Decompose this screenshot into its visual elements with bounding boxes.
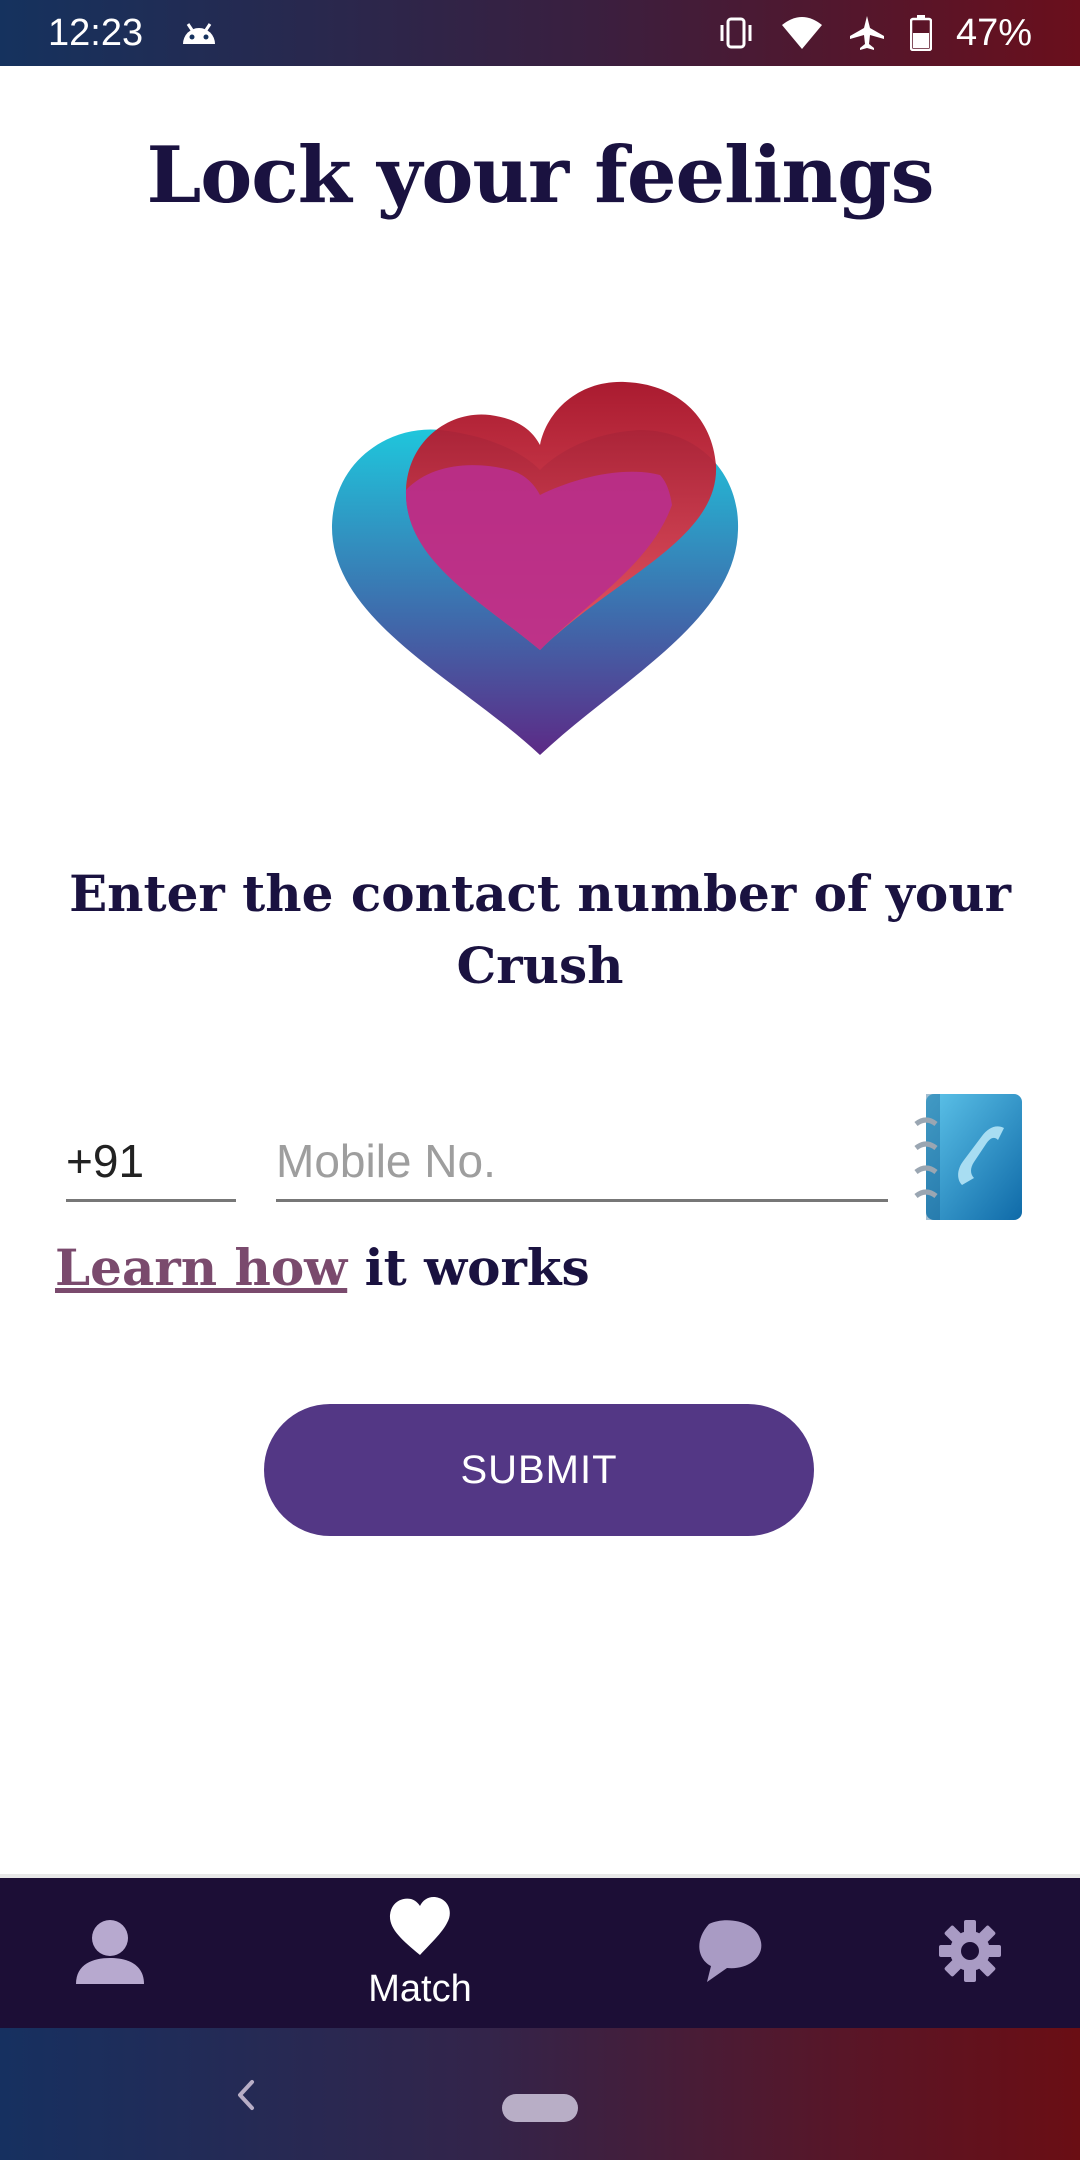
nav-match-label: Match: [368, 1968, 472, 2010]
learn-how-link[interactable]: Learn how: [55, 1238, 347, 1297]
profile-icon: [73, 1916, 147, 1991]
back-icon[interactable]: [222, 2070, 272, 2120]
nav-chat[interactable]: [630, 1878, 830, 2028]
chat-icon: [695, 1918, 765, 1989]
learn-how-row: Learn how it works: [55, 1238, 590, 1297]
bottom-navigation: Match: [0, 1874, 1080, 2028]
page-title: Lock your feelings: [146, 130, 934, 221]
wifi-icon: [780, 15, 824, 51]
heart-icon: [387, 1895, 453, 1962]
mobile-number-input[interactable]: [276, 1122, 888, 1199]
settings-icon: [937, 1918, 1003, 1989]
battery-percent: 47%: [955, 11, 1032, 54]
battery-icon: [909, 15, 932, 51]
nav-match[interactable]: Match: [320, 1878, 520, 2028]
hearts-logo: [331, 381, 739, 755]
country-code-value: +91: [66, 1134, 145, 1187]
nav-settings[interactable]: [870, 1878, 1070, 2028]
status-time: 12:23: [48, 11, 144, 54]
mobile-number-field[interactable]: [276, 1122, 888, 1202]
instruction-text: Enter the contact number of your Crush: [69, 864, 1011, 995]
submit-button[interactable]: SUBMIT: [264, 1404, 814, 1536]
home-pill[interactable]: [502, 2094, 578, 2122]
status-bar: 12:23 47%: [0, 0, 1080, 66]
vibrate-icon: [716, 15, 756, 51]
airplane-icon: [848, 14, 886, 52]
contact-book-icon[interactable]: [912, 1090, 1026, 1224]
system-navigation-bar: [0, 2028, 1080, 2160]
nav-profile[interactable]: [10, 1878, 210, 2028]
learn-how-suffix: it works: [364, 1238, 590, 1297]
country-code-field[interactable]: +91: [66, 1122, 236, 1202]
android-icon: [179, 18, 219, 48]
